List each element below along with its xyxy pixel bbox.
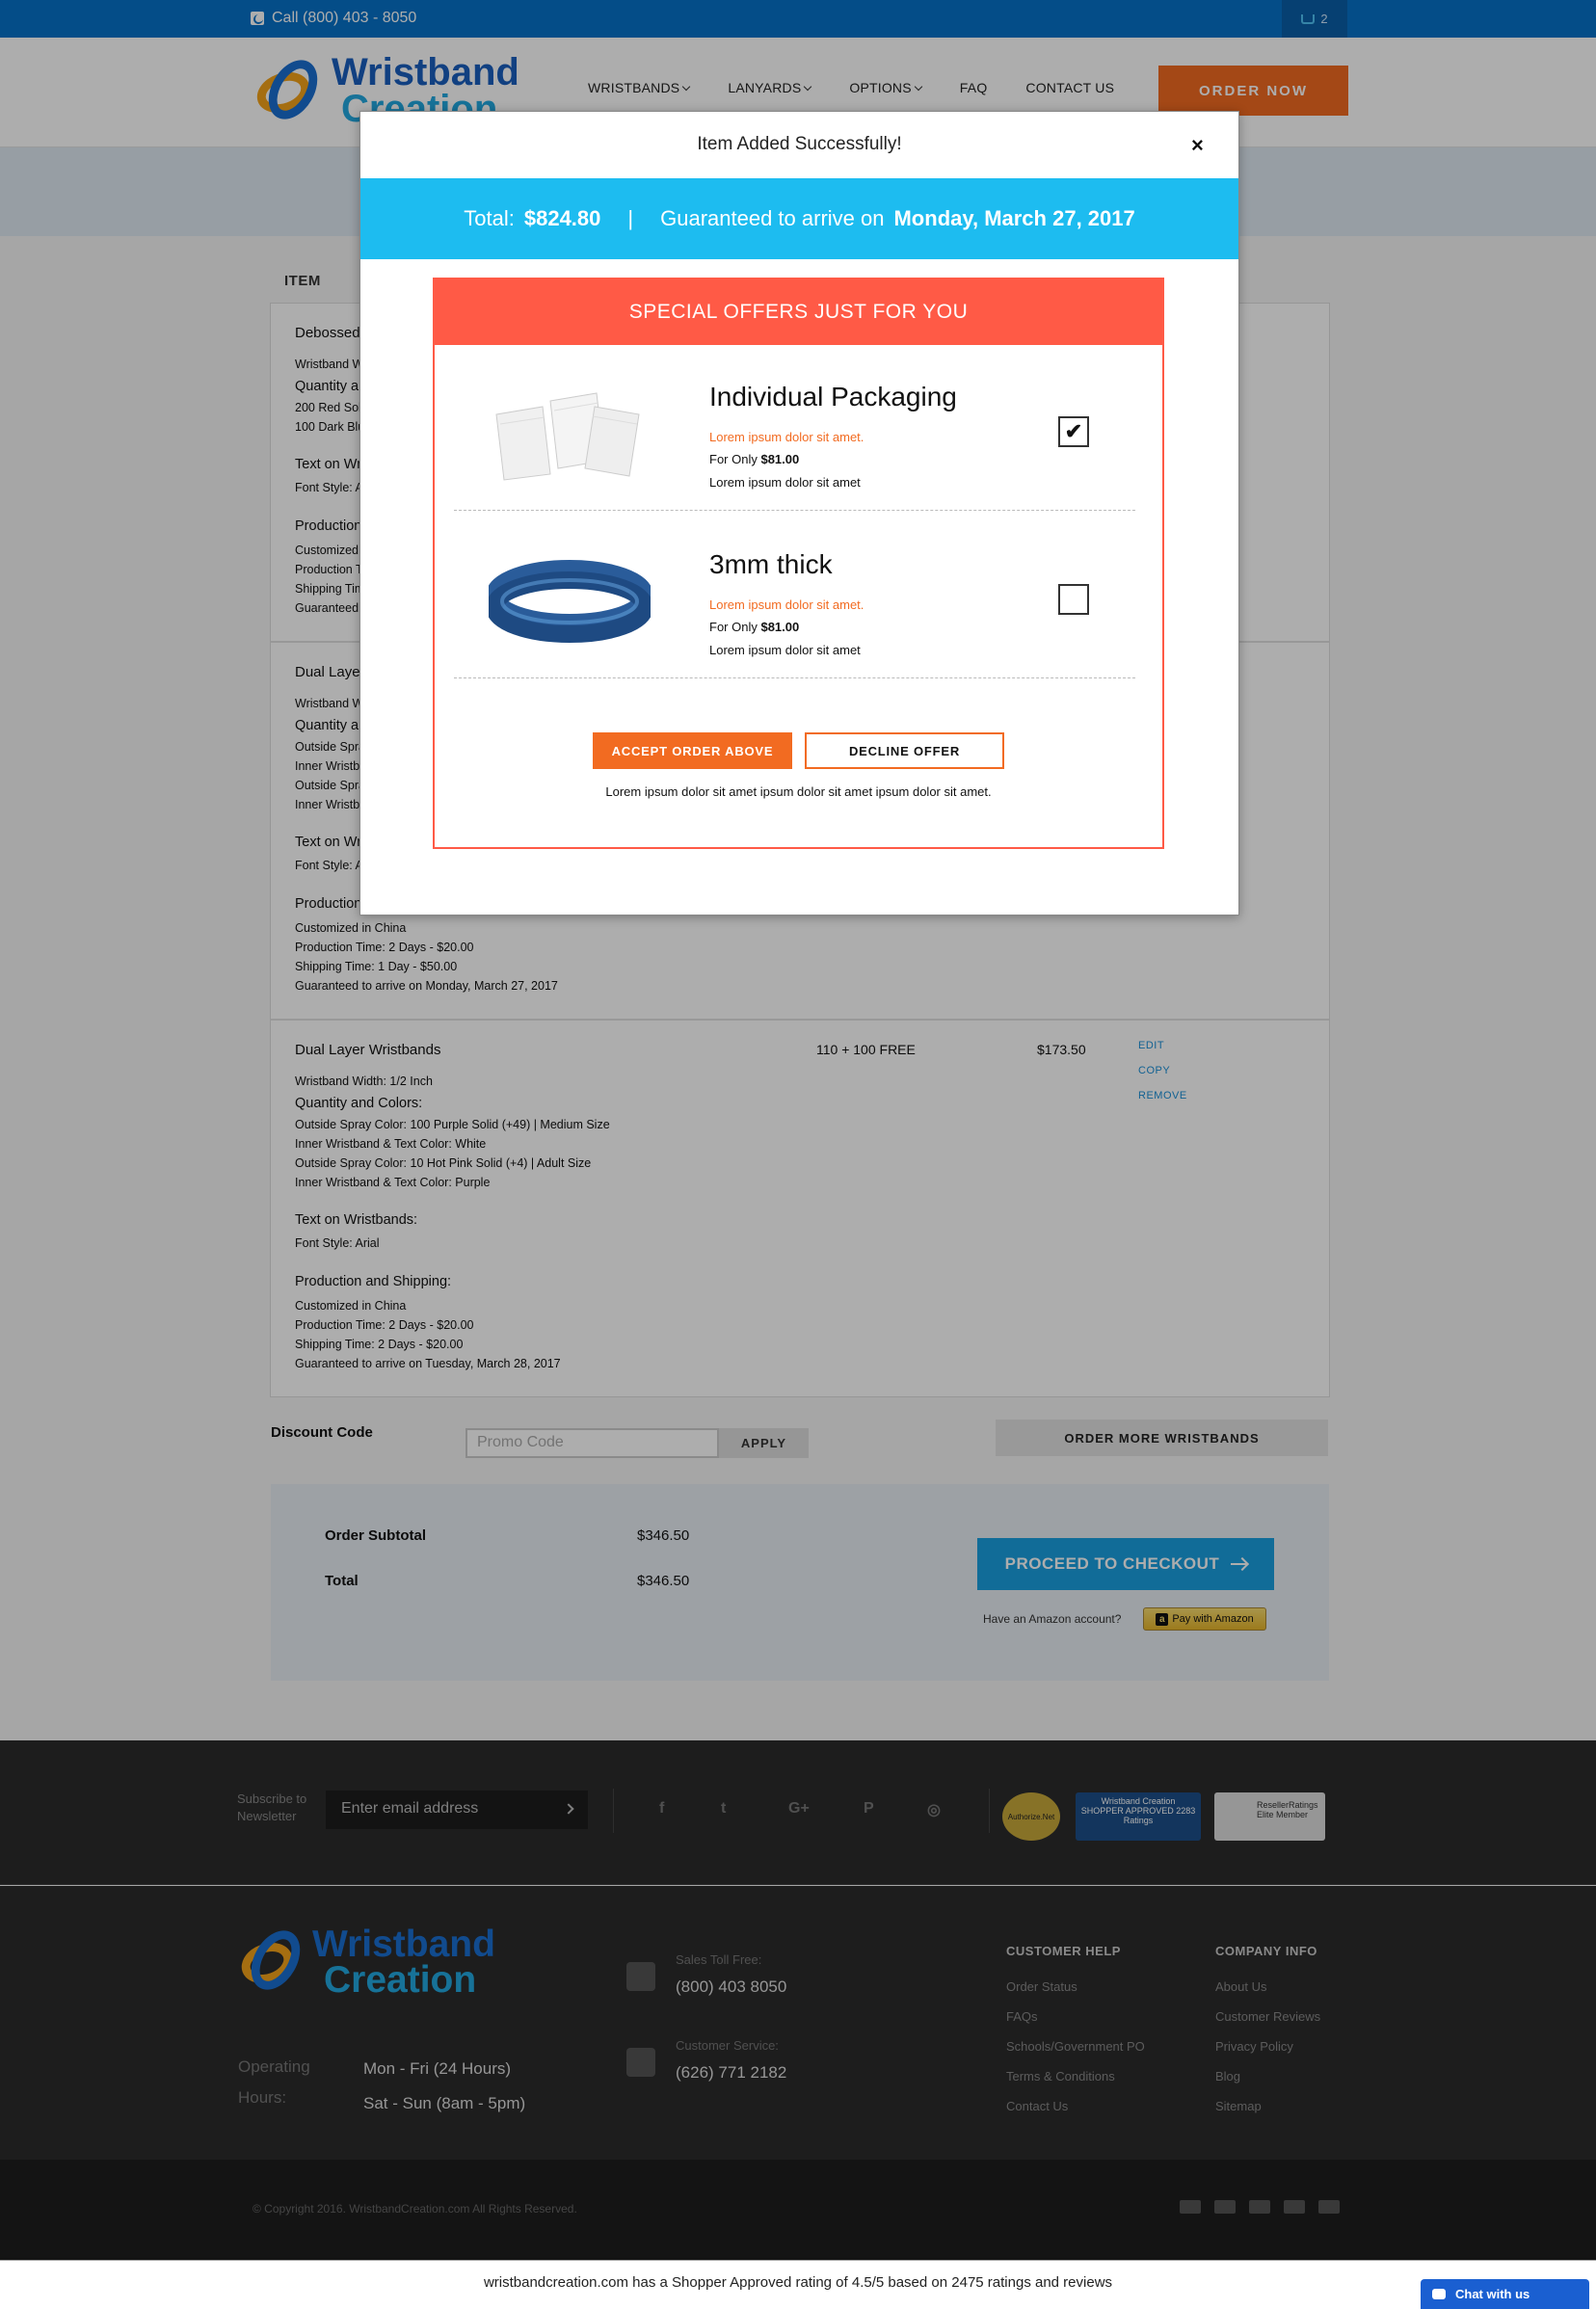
chat-button[interactable]: Chat with us bbox=[1421, 2279, 1589, 2309]
packaging-bags-image bbox=[495, 392, 640, 481]
shopper-approved-bar: wristbandcreation.com has a Shopper Appr… bbox=[0, 2261, 1596, 2309]
offer-name: Individual Packaging bbox=[709, 382, 957, 411]
offer-price: For Only $81.00 bbox=[709, 452, 800, 466]
close-icon[interactable]: × bbox=[1191, 133, 1204, 158]
total-label: Total: bbox=[464, 206, 515, 230]
special-offers-box: SPECIAL OFFERS JUST FOR YOU Individual P… bbox=[433, 278, 1164, 849]
offer-price: For Only $81.00 bbox=[709, 620, 800, 634]
order-total-band: Total: $824.80 | Guaranteed to arrive on… bbox=[360, 178, 1238, 259]
modal-title: Item Added Successfully! bbox=[697, 134, 902, 154]
offer-name: 3mm thick bbox=[709, 549, 833, 579]
arrive-date: Monday, March 27, 2017 bbox=[893, 206, 1135, 230]
offer-note: Lorem ipsum dolor sit amet bbox=[709, 643, 861, 657]
modal-total: $824.80 bbox=[523, 206, 601, 230]
item-added-modal: Item Added Successfully! × Total: $824.8… bbox=[359, 111, 1239, 916]
decline-offer-button[interactable]: DECLINE OFFER bbox=[805, 732, 1004, 769]
offers-footnote: Lorem ipsum dolor sit amet ipsum dolor s… bbox=[605, 784, 992, 799]
offer-item: Individual Packaging Lorem ipsum dolor s… bbox=[454, 345, 1135, 511]
offer-description: Lorem ipsum dolor sit amet. bbox=[709, 597, 864, 612]
arrive-label: Guaranteed to arrive on bbox=[660, 206, 885, 230]
offer-checkbox[interactable]: ✔ bbox=[1058, 416, 1089, 447]
chat-bubble-icon bbox=[1432, 2289, 1446, 2299]
offer-description: Lorem ipsum dolor sit amet. bbox=[709, 430, 864, 444]
accept-order-button[interactable]: ACCEPT ORDER ABOVE bbox=[593, 732, 792, 769]
offers-heading: SPECIAL OFFERS JUST FOR YOU bbox=[435, 279, 1162, 345]
offer-checkbox[interactable] bbox=[1058, 584, 1089, 615]
offer-note: Lorem ipsum dolor sit amet bbox=[709, 475, 861, 490]
separator: | bbox=[627, 206, 634, 230]
wristband-image bbox=[489, 560, 651, 643]
offer-item: 3mm thick Lorem ipsum dolor sit amet. Fo… bbox=[454, 513, 1135, 678]
